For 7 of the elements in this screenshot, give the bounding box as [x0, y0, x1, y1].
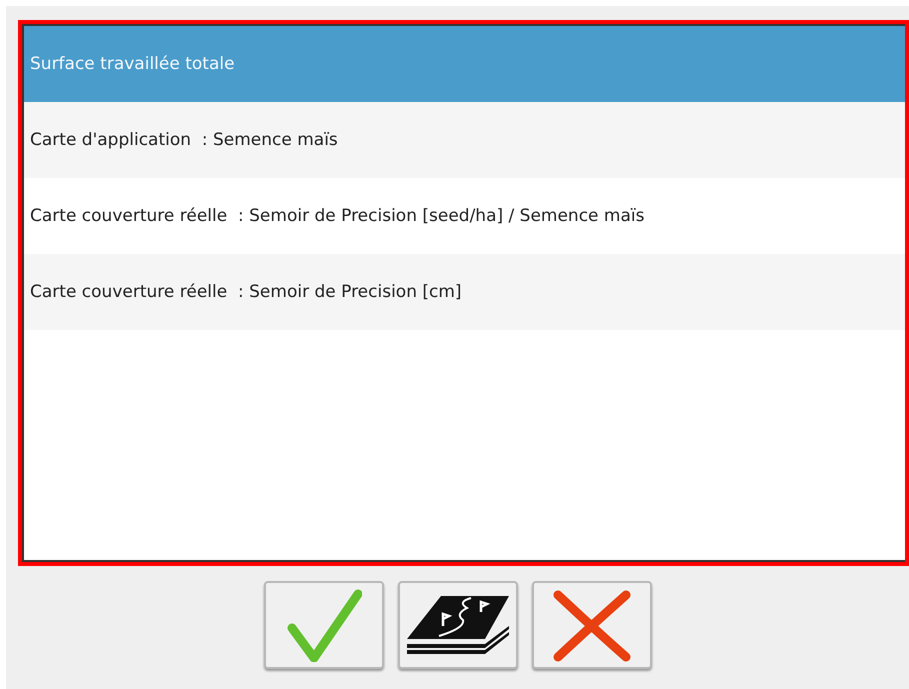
list-item[interactable]: Carte couverture réelle : Semoir de Precision [cm] [24, 254, 905, 330]
cancel-button[interactable] [532, 581, 652, 669]
confirm-button[interactable] [264, 581, 384, 669]
list-item[interactable]: Carte couverture réelle : Semoir de Precision [seed/ha] / Semence maïs [24, 178, 905, 254]
check-icon [286, 588, 362, 662]
map-button[interactable] [398, 581, 518, 669]
list-item[interactable]: Carte d'application : Semence maïs [24, 102, 905, 178]
